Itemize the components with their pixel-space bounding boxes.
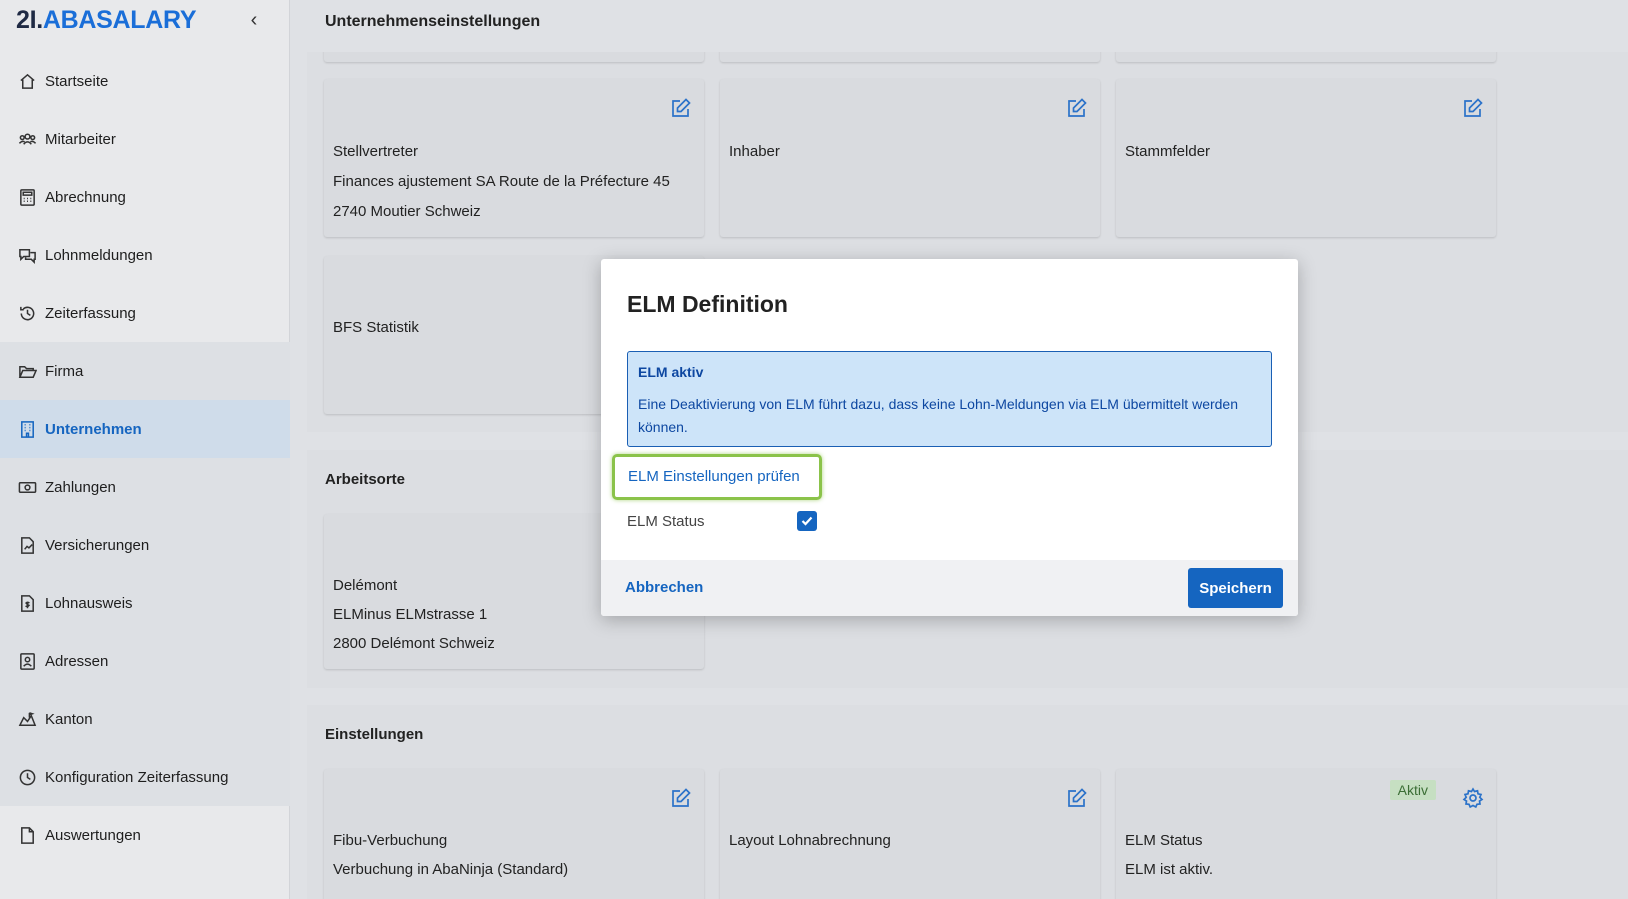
sidebar-item-firma[interactable]: Firma	[0, 342, 290, 400]
card-address-line: ELMinus ELMstrasse 1	[333, 606, 488, 623]
sidebar-item-label: Versicherungen	[45, 536, 150, 554]
section-title: Arbeitsorte	[325, 471, 406, 488]
contact-card-icon	[17, 651, 37, 671]
card-detail: Verbuchung in AbaNinja (Standard)	[333, 861, 569, 878]
card-stammfelder[interactable]: Stammfelder	[1116, 79, 1496, 237]
sidebar-item-label: Firma	[45, 362, 84, 380]
messages-icon	[17, 245, 37, 265]
check-elm-settings-link[interactable]: ELM Einstellungen prüfen	[628, 468, 800, 485]
card-title: Stellvertreter	[333, 143, 419, 160]
sidebar-item-zahlungen[interactable]: Zahlungen	[0, 458, 290, 516]
info-text: Eine Deaktivierung von ELM führt dazu, d…	[638, 396, 1238, 435]
sidebar-item-versicherungen[interactable]: Versicherungen	[0, 516, 290, 574]
collapse-sidebar-icon[interactable]: ‹	[244, 8, 264, 32]
sidebar-item-konfiguration-zeiterfassung[interactable]: Konfiguration Zeiterfassung	[0, 748, 290, 806]
card-title: Inhaber	[729, 143, 780, 160]
card-fibu-verbuchung[interactable]: Fibu-Verbuchung Verbuchung in AbaNinja (…	[324, 769, 704, 899]
elm-status-checkbox[interactable]	[797, 511, 817, 531]
receipt-icon	[17, 593, 37, 613]
edit-icon[interactable]	[670, 787, 692, 809]
logo-number: 2I.	[16, 6, 43, 34]
card-title: Delémont	[333, 577, 398, 594]
app-logo[interactable]: 2I.ABASALARY	[16, 6, 197, 35]
cancel-button[interactable]: Abbrechen	[625, 579, 703, 596]
card-address-line: Finances ajustement SA Route de la Préfe…	[333, 173, 670, 190]
sidebar-item-mitarbeiter[interactable]: Mitarbeiter	[0, 110, 290, 168]
file-icon	[17, 825, 37, 845]
elm-status-label: ELM Status	[627, 513, 705, 530]
sidebar-item-label: Mitarbeiter	[45, 130, 116, 148]
card-title: Layout Lohnabrechnung	[729, 832, 891, 849]
calculator-icon	[17, 187, 37, 207]
section-einstellungen: Einstellungen Fibu-Verbuchung Verbuchung…	[307, 705, 1628, 899]
info-title: ELM aktiv	[638, 364, 704, 380]
history-icon	[17, 303, 37, 323]
sidebar-item-label: Abrechnung	[45, 188, 126, 206]
elm-definition-dialog: ELM Definition ELM aktiv Eine Deaktivier…	[601, 259, 1298, 616]
save-button[interactable]: Speichern	[1188, 568, 1283, 608]
edit-icon[interactable]	[1066, 787, 1088, 809]
card-address-line: 2800 Delémont Schweiz	[333, 635, 495, 652]
sidebar-item-startseite[interactable]: Startseite	[0, 52, 290, 110]
clock-icon	[17, 767, 37, 787]
sidebar-item-auswertungen[interactable]: Auswertungen	[0, 806, 290, 864]
sidebar-item-label: Kanton	[45, 710, 93, 728]
edit-icon[interactable]	[1462, 97, 1484, 119]
section-title: Einstellungen	[325, 726, 424, 743]
sidebar: 2I.ABASALARY ‹ Startseite Mitarbeiter Ab…	[0, 0, 290, 899]
card-title: BFS Statistik	[333, 319, 419, 336]
status-badge: Aktiv	[1389, 780, 1436, 800]
money-icon	[17, 477, 37, 497]
sidebar-item-label: Zeiterfassung	[45, 304, 136, 322]
sidebar-item-unternehmen[interactable]: Unternehmen	[0, 400, 290, 458]
sidebar-item-label: Auswertungen	[45, 826, 141, 844]
home-icon	[17, 71, 37, 91]
sidebar-item-label: Zahlungen	[45, 478, 116, 496]
gear-icon[interactable]	[1462, 787, 1484, 809]
highlight-frame: ELM Einstellungen prüfen	[612, 454, 822, 500]
sidebar-item-abrechnung[interactable]: Abrechnung	[0, 168, 290, 226]
card-stellvertreter[interactable]: Stellvertreter Finances ajustement SA Ro…	[324, 79, 704, 237]
map-icon	[17, 709, 37, 729]
sidebar-item-label: Startseite	[45, 72, 109, 90]
dialog-footer: Abbrechen Speichern	[601, 560, 1298, 616]
sidebar-item-adressen[interactable]: Adressen	[0, 632, 290, 690]
edit-icon[interactable]	[670, 97, 692, 119]
checkmark-icon	[801, 516, 813, 526]
card-layout-lohnabrechnung[interactable]: Layout Lohnabrechnung	[720, 769, 1100, 899]
card-elm-status[interactable]: Aktiv ELM Status ELM ist aktiv.	[1116, 769, 1496, 899]
card-inhaber[interactable]: Inhaber	[720, 79, 1100, 237]
logo-brand: ABASALARY	[42, 6, 197, 34]
sidebar-item-lohnausweis[interactable]: Lohnausweis	[0, 574, 290, 632]
sidebar-nav: Startseite Mitarbeiter Abrechnung Lohnme…	[0, 52, 290, 864]
sidebar-item-zeiterfassung[interactable]: Zeiterfassung	[0, 284, 290, 342]
sidebar-item-label: Lohnmeldungen	[45, 246, 153, 264]
card-title: ELM Status	[1125, 832, 1203, 849]
page-header: Unternehmenseinstellungen	[290, 0, 1628, 52]
folder-open-icon	[17, 361, 37, 381]
card-title: Fibu-Verbuchung	[333, 832, 448, 849]
sidebar-item-label: Unternehmen	[45, 420, 142, 438]
sidebar-item-label: Adressen	[45, 652, 109, 670]
users-icon	[17, 129, 37, 149]
sidebar-item-label: Konfiguration Zeiterfassung	[45, 768, 229, 786]
sidebar-item-label: Lohnausweis	[45, 594, 133, 612]
document-chart-icon	[17, 535, 37, 555]
sidebar-item-lohnmeldungen[interactable]: Lohnmeldungen	[0, 226, 290, 284]
building-icon	[17, 419, 37, 439]
dialog-title: ELM Definition	[627, 291, 788, 317]
card-title: Stammfelder	[1125, 143, 1211, 160]
card-detail: ELM ist aktiv.	[1125, 861, 1214, 878]
card-address-line: 2740 Moutier Schweiz	[333, 203, 481, 220]
info-box: ELM aktiv Eine Deaktivierung von ELM füh…	[627, 351, 1272, 447]
sidebar-item-kanton[interactable]: Kanton	[0, 690, 290, 748]
page-title: Unternehmenseinstellungen	[325, 13, 541, 30]
edit-icon[interactable]	[1066, 97, 1088, 119]
